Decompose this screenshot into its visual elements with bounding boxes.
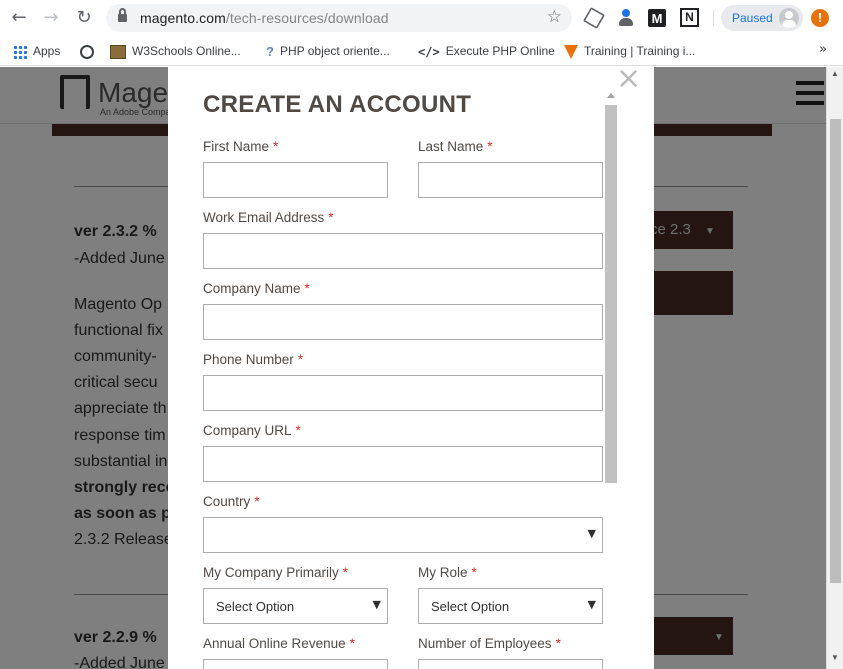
phone-number-input[interactable] [203, 375, 603, 411]
first-name-label: First Name * [203, 139, 279, 154]
bookmark-execute-php[interactable]: </> Execute PHP Online [418, 42, 555, 60]
profile-status: Paused [732, 11, 773, 25]
chevron-down-icon: ▼ [587, 598, 596, 611]
modal-scrollbar-thumb[interactable] [605, 105, 617, 483]
scroll-down-icon[interactable]: ▼ [831, 653, 839, 662]
modal-title: CREATE AN ACCOUNT [203, 91, 472, 118]
bookmark-star-icon[interactable]: ☆ [547, 7, 562, 27]
modal-scrollbar[interactable] [603, 91, 619, 669]
bookmark-apps[interactable]: Apps [13, 42, 60, 60]
employees-label: Number of Employees * [418, 636, 561, 651]
more-bookmarks-icon[interactable]: » [819, 42, 827, 57]
last-name-label: Last Name * [418, 139, 493, 154]
company-url-input[interactable] [203, 446, 603, 482]
last-name-input[interactable] [418, 162, 603, 198]
chevron-down-icon: ▼ [587, 527, 596, 540]
company-name-label: Company Name * [203, 281, 310, 296]
company-primarily-label: My Company Primarily * [203, 565, 349, 580]
avatar-icon [779, 8, 799, 28]
close-icon[interactable]: × [616, 67, 641, 96]
user-extension-icon[interactable] [616, 8, 636, 28]
profile-button[interactable]: Paused [721, 5, 803, 31]
bookmark-php-oop[interactable]: ? PHP object oriente... [266, 42, 390, 60]
annual-revenue-select[interactable] [203, 659, 388, 669]
bookmark-training[interactable]: Training | Training i... [564, 42, 695, 60]
bookmark-globe[interactable] [80, 42, 100, 60]
my-role-select[interactable]: Select Option ▼ [418, 588, 603, 624]
work-email-label: Work Email Address * [203, 210, 334, 225]
globe-icon [80, 44, 94, 59]
page-scrollbar[interactable]: ▲ ▼ [826, 67, 843, 669]
scroll-up-icon[interactable]: ▲ [831, 69, 839, 78]
bookmarks-bar: Apps W3Schools Online... ? PHP object ori… [0, 36, 843, 66]
address-bar[interactable]: magento.com/tech-resources/download ☆ [106, 4, 572, 32]
code-icon: </> [418, 44, 440, 59]
company-url-label: Company URL * [203, 423, 301, 438]
bookmark-w3schools[interactable]: W3Schools Online... [110, 42, 241, 60]
company-primarily-select[interactable]: Select Option ▼ [203, 588, 388, 624]
chevron-down-icon: ▼ [372, 598, 381, 611]
company-name-input[interactable] [203, 304, 603, 340]
back-arrow-icon[interactable]: ← [8, 7, 30, 29]
work-email-input[interactable] [203, 233, 603, 269]
w3schools-icon [110, 44, 126, 59]
apps-grid-icon [13, 44, 27, 59]
country-label: Country * [203, 494, 260, 509]
country-select[interactable]: ▼ [203, 517, 603, 553]
employees-select[interactable] [418, 659, 603, 669]
n-extension-icon[interactable]: N [680, 8, 699, 27]
page-scrollbar-thumb[interactable] [830, 119, 841, 583]
toolbar-divider [713, 10, 714, 26]
lock-icon [118, 8, 127, 23]
m-extension-icon[interactable]: M [648, 9, 666, 27]
reload-icon[interactable]: ↻ [73, 7, 95, 29]
create-account-modal: × CREATE AN ACCOUNT First Name * Last Nam… [168, 67, 654, 669]
url-text: magento.com/tech-resources/download [140, 10, 389, 26]
training-icon [564, 44, 578, 59]
scroll-up-icon[interactable] [607, 93, 615, 98]
browser-toolbar: ← → ↻ magento.com/tech-resources/downloa… [0, 0, 843, 36]
my-role-label: My Role * [418, 565, 477, 580]
php-icon: ? [266, 43, 274, 59]
update-alert-icon[interactable]: ! [811, 9, 829, 27]
annual-revenue-label: Annual Online Revenue * [203, 636, 355, 651]
forward-arrow-icon[interactable]: → [40, 7, 62, 29]
cube-extension-icon[interactable] [583, 7, 605, 29]
phone-number-label: Phone Number * [203, 352, 304, 367]
page-viewport: Magento An Adobe Company ver 2.3.2 % -Ad… [0, 67, 843, 669]
first-name-input[interactable] [203, 162, 388, 198]
